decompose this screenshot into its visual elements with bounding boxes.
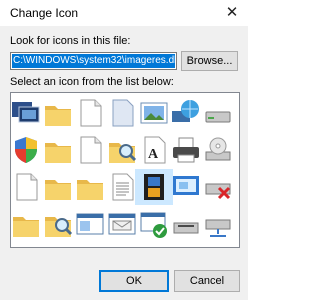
checkmark-window-icon [140,212,167,238]
network-drive-icon [205,219,231,237]
select-label: Select an icon from the list below: [10,76,174,88]
file-path-input[interactable]: C:\WINDOWS\system32\imageres.dll [10,52,177,70]
title-bar: Change Icon ✕ [0,0,248,26]
film-icon [144,174,164,200]
document-icon [112,99,134,127]
network-globe-icon [172,100,199,122]
monitor-stack-icon [12,102,40,123]
blank-document-icon [80,99,102,127]
window-icon [76,213,104,235]
floppy-drive-icon [173,222,199,234]
icon-option[interactable] [199,95,237,131]
folder-search-icon [109,143,137,163]
folder-search-icon [45,217,73,237]
disc-drive-icon [205,137,231,161]
dialog-title: Change Icon [10,6,79,20]
mail-window-icon [108,213,136,235]
blank-document-icon [16,173,38,201]
fonts-icon: A [144,136,166,164]
look-label: Look for icons in this file: [10,35,131,47]
close-button[interactable]: ✕ [222,3,242,23]
file-path-value: C:\WINDOWS\system32\imageres.dll [12,54,175,68]
blank-document-icon [80,136,102,164]
browse-button[interactable]: Browse... [181,51,238,71]
icon-option[interactable] [199,206,237,242]
cancel-button[interactable]: Cancel [174,270,240,292]
folder-icon [45,106,71,126]
folder-icon [45,180,71,200]
icon-option[interactable] [199,169,237,205]
icon-list[interactable]: A [10,92,240,248]
folder-icon [77,180,103,200]
text-document-icon [112,173,134,201]
picture-window-icon [140,102,168,124]
icon-option[interactable] [199,132,237,168]
shield-icon [15,137,37,163]
printer-icon [173,137,199,163]
drive-icon [205,111,231,123]
folder-icon [13,217,39,237]
folder-icon [45,143,71,163]
svg-text:A: A [148,147,159,162]
ok-button[interactable]: OK [99,270,169,292]
drive-error-icon [205,183,231,200]
presentation-icon [173,176,199,195]
